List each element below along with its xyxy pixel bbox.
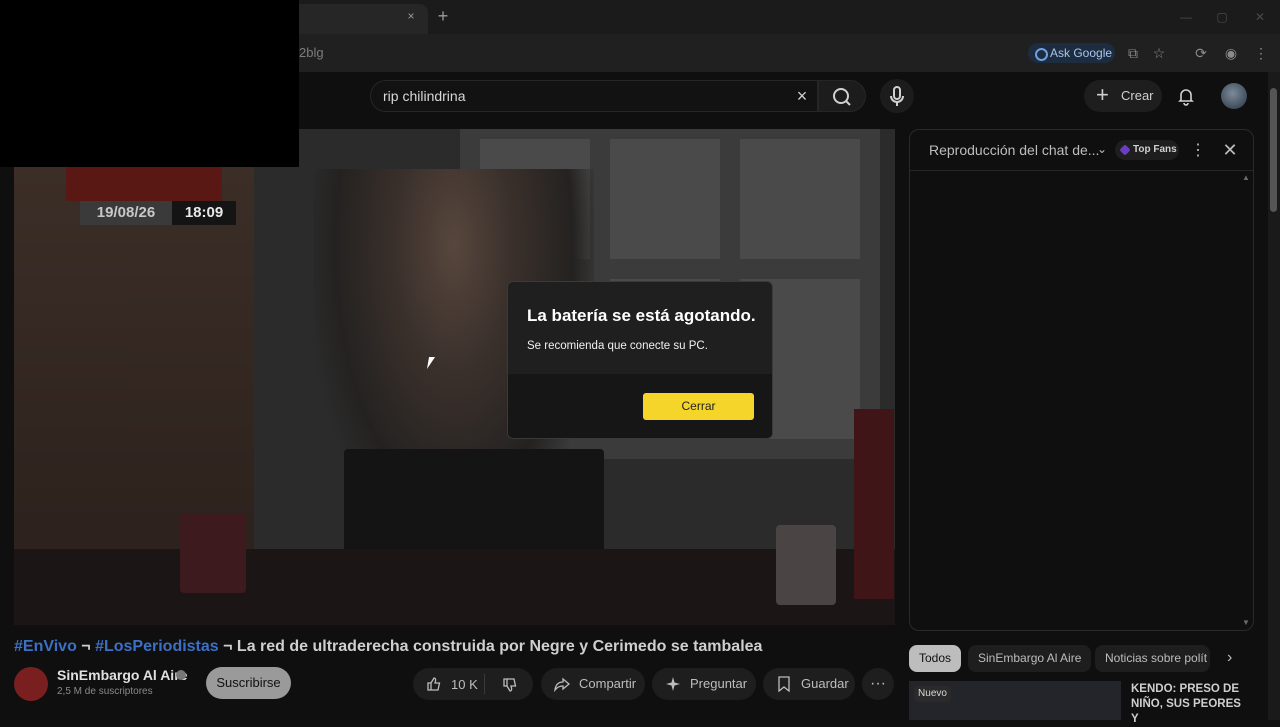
- more-actions-button[interactable]: ···: [862, 668, 894, 700]
- notifications-bell-icon[interactable]: [1176, 86, 1196, 106]
- title-separator: ¬: [76, 638, 96, 655]
- filter-chip-news[interactable]: Noticias sobre polít: [1095, 645, 1210, 672]
- filter-chip-all[interactable]: Todos: [909, 645, 962, 672]
- maximize-icon[interactable]: ▢: [1214, 9, 1230, 25]
- filter-chip-channel[interactable]: SinEmbargo Al Aire: [968, 645, 1092, 672]
- bookmark-star-icon[interactable]: ☆: [1150, 44, 1168, 62]
- dialog-title: La batería se está agotando.: [527, 306, 756, 325]
- hashtag-envivo[interactable]: #EnVivo: [14, 638, 77, 655]
- channel-logo-overlay: [66, 167, 222, 201]
- tab-close-icon[interactable]: ×: [404, 9, 418, 23]
- like-count: 10 K: [451, 677, 478, 692]
- sparkle-icon: [666, 677, 680, 691]
- video-books: [854, 409, 894, 599]
- minimize-icon[interactable]: —: [1178, 9, 1194, 25]
- thumbs-down-icon[interactable]: [502, 677, 518, 693]
- plus-icon: +: [1096, 82, 1109, 107]
- black-overlay: [0, 0, 299, 167]
- profile-icon[interactable]: ◉: [1222, 44, 1240, 62]
- battery-warning-dialog: La batería se está agotando. Se recomien…: [507, 281, 773, 439]
- share-label: Compartir: [579, 676, 637, 691]
- ask-button[interactable]: Preguntar: [652, 668, 756, 700]
- search-icon: [833, 88, 851, 106]
- chevron-down-icon[interactable]: ⌄: [1097, 142, 1107, 156]
- browser-menu-icon[interactable]: ⋮: [1252, 44, 1270, 62]
- chat-menu-icon[interactable]: ⋮: [1190, 140, 1206, 160]
- channel-name[interactable]: SinEmbargo Al Aire: [57, 667, 187, 683]
- share-icon: [554, 677, 570, 692]
- chat-close-icon[interactable]: ✕: [1221, 140, 1239, 161]
- user-avatar[interactable]: [1221, 83, 1247, 109]
- overlay-time: 18:09: [172, 201, 236, 225]
- voice-search-button[interactable]: [880, 79, 914, 113]
- chevron-right-icon[interactable]: ›: [1227, 649, 1232, 667]
- install-app-icon[interactable]: ⧉: [1124, 44, 1142, 62]
- extensions-icon[interactable]: ⟳: [1192, 44, 1210, 62]
- scroll-up-icon[interactable]: ▲: [1242, 173, 1250, 182]
- scrollbar-thumb[interactable]: [1270, 88, 1277, 212]
- subscribe-button[interactable]: Suscribirse: [206, 667, 291, 699]
- hashtag-losperiodistas[interactable]: #LosPeriodistas: [95, 638, 219, 655]
- video-title-text: La red de ultraderecha construida por Ne…: [236, 638, 763, 655]
- like-divider: [484, 674, 485, 694]
- recommended-video-title[interactable]: KENDO: PRESO DE NIÑO, SUS PEORES Y: [1131, 682, 1251, 727]
- share-button[interactable]: Compartir: [541, 668, 645, 700]
- url-text[interactable]: 2blg: [299, 45, 324, 60]
- channel-avatar[interactable]: [14, 667, 48, 701]
- search-button[interactable]: [818, 80, 866, 112]
- video-title: #EnVivo ¬ #LosPeriodistas ¬ La red de ul…: [14, 638, 762, 656]
- video-mug-2: [776, 525, 836, 605]
- video-desk: [14, 549, 895, 625]
- dialog-message: Se recomienda que conecte su PC.: [527, 340, 708, 352]
- ask-google-button[interactable]: Ask Google: [1028, 43, 1115, 63]
- microphone-icon: [890, 86, 904, 106]
- new-tab-icon[interactable]: +: [434, 7, 452, 25]
- title-separator: ¬: [218, 638, 237, 655]
- live-chat-panel: [909, 129, 1254, 631]
- chat-divider: [910, 170, 1253, 171]
- new-badge: Nuevo: [914, 686, 951, 702]
- chat-title[interactable]: Reproducción del chat de...: [929, 142, 1099, 158]
- bookmark-icon: [778, 676, 790, 692]
- video-mug: [180, 513, 246, 593]
- scroll-down-icon[interactable]: ▼: [1242, 618, 1250, 627]
- save-label: Guardar: [801, 676, 849, 691]
- search-query[interactable]: rip chilindrina: [383, 88, 465, 104]
- overlay-date: 19/08/26: [80, 201, 172, 225]
- clear-search-icon[interactable]: ×: [792, 86, 812, 106]
- save-button[interactable]: Guardar: [763, 668, 855, 700]
- thumbs-up-icon[interactable]: [426, 676, 442, 692]
- ask-label: Preguntar: [690, 676, 748, 691]
- close-dialog-button[interactable]: Cerrar: [643, 393, 754, 420]
- window-close-icon[interactable]: ✕: [1252, 9, 1268, 25]
- subscriber-count: 2,5 M de suscriptores: [57, 686, 153, 697]
- verified-icon: [176, 670, 186, 680]
